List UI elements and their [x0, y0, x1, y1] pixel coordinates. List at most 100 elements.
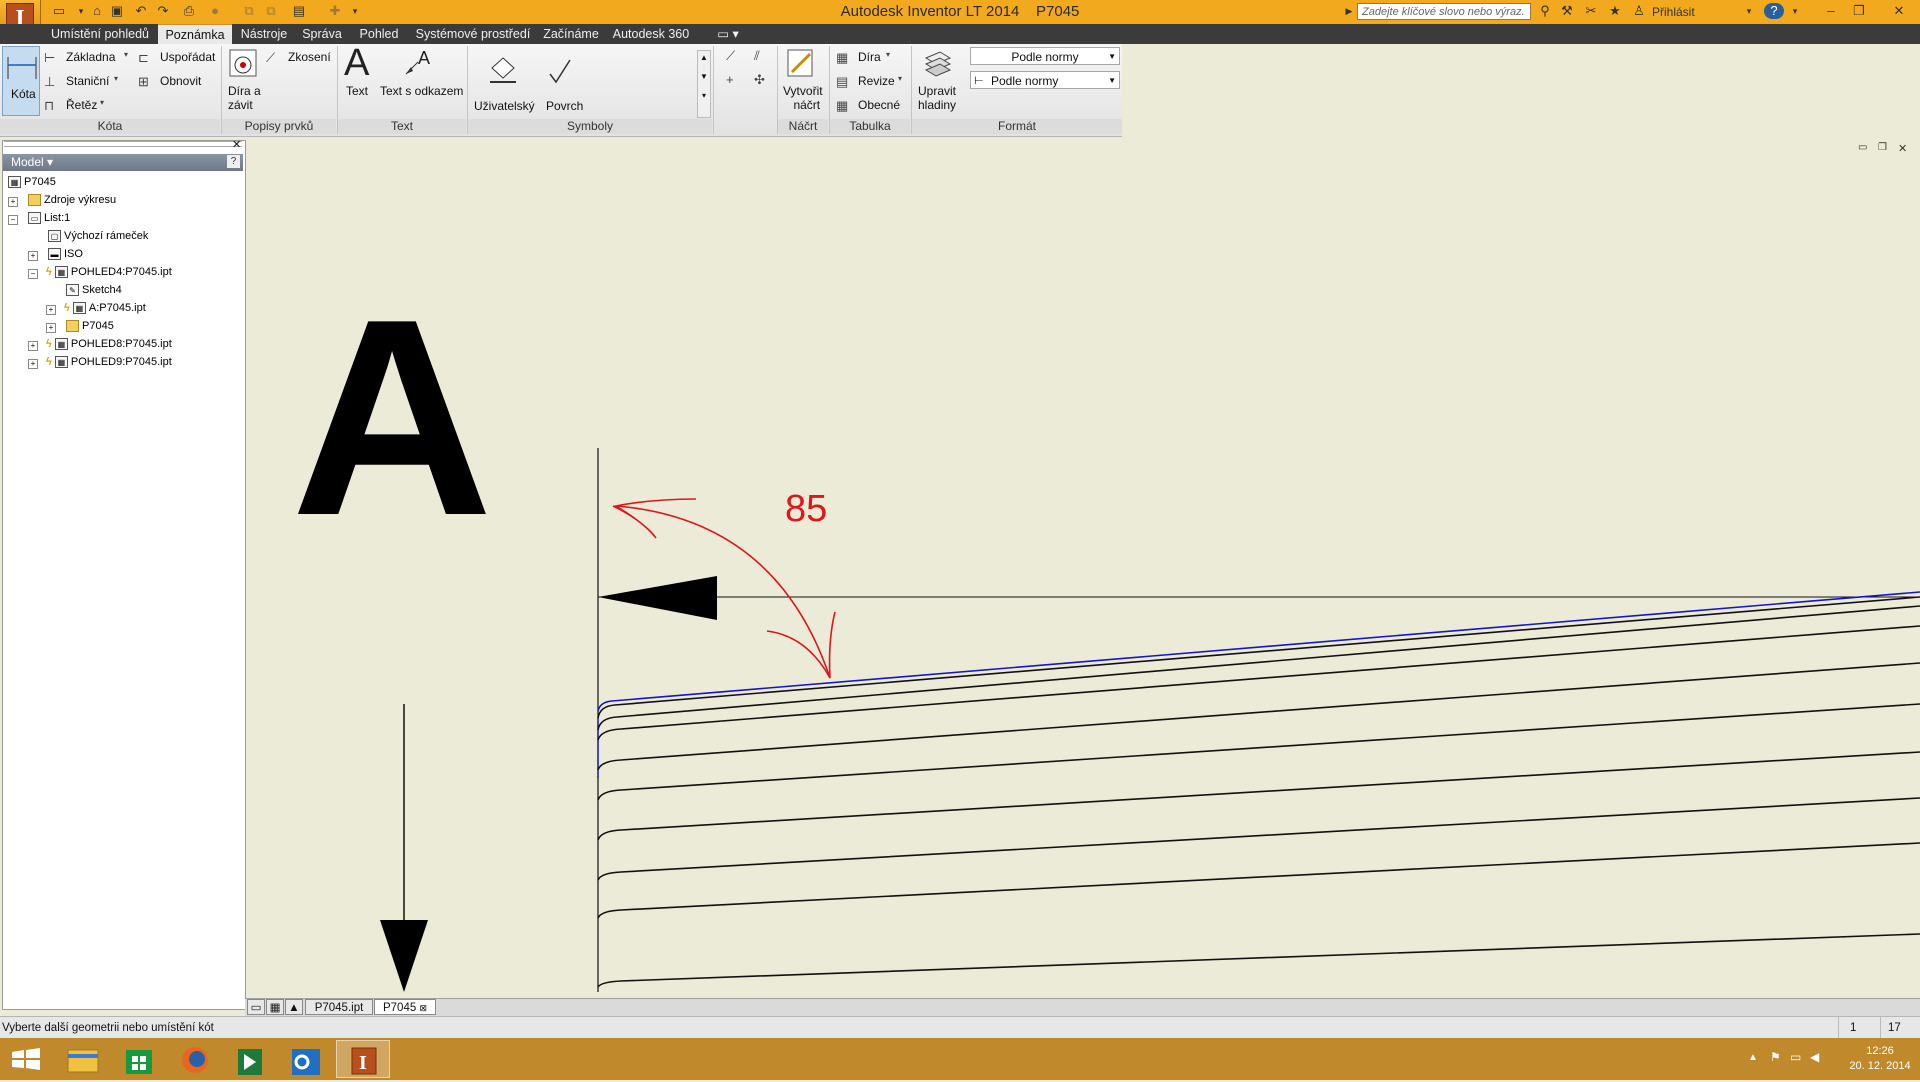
style-dropdown[interactable]: Podle normy ▼ — [970, 47, 1120, 65]
network-icon[interactable]: ▭ — [1790, 1050, 1801, 1064]
tile-icon[interactable]: ▭ — [247, 999, 265, 1015]
ribbon-display-toggle-icon[interactable]: ▭ ▾ — [710, 24, 746, 44]
restore-icon[interactable]: ❐ — [1850, 3, 1868, 19]
centered-pattern-icon[interactable]: ✣ — [754, 72, 765, 88]
file-explorer-icon[interactable] — [56, 1040, 110, 1078]
print-icon[interactable]: ⎙ — [180, 3, 198, 19]
tab-poznamka[interactable]: Poznámka — [158, 24, 232, 45]
doc-tab-drawing[interactable]: P7045 ⊠ — [374, 999, 436, 1015]
povrch-button[interactable]: Povrch — [546, 99, 583, 113]
close-icon[interactable]: ✕ — [1890, 3, 1908, 19]
subscription-icon[interactable]: ⚒ — [1558, 3, 1576, 19]
dira-dropdown-icon[interactable]: ▾ — [886, 50, 890, 59]
zakladna-dropdown-icon[interactable]: ▾ — [124, 50, 128, 59]
document-close-icon[interactable]: ✕ — [1898, 142, 1907, 155]
help-dropdown-icon[interactable]: ▾ — [1786, 3, 1804, 19]
tree-item[interactable]: ϟ ▦ POHLED4:P7045.ipt — [46, 264, 172, 280]
tree-item[interactable]: Zdroje výkresu — [28, 192, 116, 208]
revize-dropdown-icon[interactable]: ▾ — [898, 74, 902, 83]
centerline-bisector-icon[interactable]: ⫽ — [754, 48, 760, 64]
volume-icon[interactable]: ◀ — [1810, 1050, 1819, 1064]
expand-icon[interactable]: + — [28, 359, 38, 369]
firefox-icon[interactable] — [168, 1040, 222, 1078]
expand-icon[interactable]: + — [28, 251, 38, 261]
doc-tab-close-icon[interactable]: ⊠ — [419, 1003, 427, 1013]
search-input[interactable]: Zadejte klíčové slovo nebo výraz. — [1357, 3, 1531, 20]
collapse-icon[interactable]: − — [28, 269, 38, 279]
centerline-icon[interactable]: ⟋ — [726, 48, 735, 64]
expand-icon[interactable]: + — [46, 323, 56, 333]
tree-item[interactable]: ▬ ISO — [48, 246, 83, 262]
project-icon[interactable]: ▤ — [290, 3, 308, 19]
tab-zaciname[interactable]: Začínáme — [538, 24, 604, 44]
stanicni-dropdown-icon[interactable]: ▾ — [114, 74, 118, 83]
tab-umisteni-pohledu[interactable]: Umístění pohledů — [44, 24, 156, 44]
clock[interactable]: 12:26 20. 12. 2014 — [1848, 1044, 1912, 1074]
new-file-icon[interactable]: ▭ — [50, 3, 68, 19]
tab-pohled[interactable]: Pohled — [350, 24, 408, 44]
stanicni-button[interactable]: Staniční — [66, 74, 109, 88]
obecne-button[interactable]: Obecné — [858, 98, 900, 112]
expand-icon[interactable]: + — [46, 305, 56, 315]
collapse-icon[interactable]: − — [8, 215, 18, 225]
flag-icon[interactable]: ⚑ — [1770, 1050, 1781, 1064]
outlook-icon[interactable] — [280, 1040, 334, 1078]
communication-icon[interactable]: ✂ — [1582, 3, 1600, 19]
show-hidden-icons[interactable]: ▲ — [1748, 1052, 1758, 1063]
tree-item[interactable]: ✎ Sketch4 — [66, 282, 122, 298]
open-icon[interactable]: ⌂ — [88, 3, 106, 19]
dira-table-button[interactable]: Díra — [858, 50, 881, 64]
upravit-hladiny-button[interactable]: Upravit hladiny — [918, 84, 956, 112]
retez-dropdown-icon[interactable]: ▾ — [100, 98, 104, 107]
tree-item[interactable]: P7045 — [66, 318, 114, 334]
tab-autodesk-360[interactable]: Autodesk 360 — [606, 24, 696, 44]
text-s-odkazem-button[interactable]: Text s odkazem — [380, 84, 463, 98]
tree-item[interactable]: ϟ ▦ POHLED9:P7045.ipt — [46, 354, 172, 370]
tab-systemove-prostredi[interactable]: Systémové prostředí — [410, 24, 536, 44]
browser-close-icon[interactable]: ✕ — [232, 138, 241, 151]
binoculars-icon[interactable]: ⚲ — [1536, 3, 1554, 19]
kota-button[interactable]: Kóta — [2, 46, 40, 116]
zakladna-button[interactable]: Základna — [66, 50, 115, 64]
user-icon[interactable]: ♙ — [1630, 3, 1648, 19]
retez-button[interactable]: Řetěz — [66, 98, 97, 112]
vytvorit-nacrt-button[interactable]: Vytvořit náčrt — [783, 84, 823, 112]
tab-sprava[interactable]: Správa — [296, 24, 348, 44]
tree-item[interactable]: ▭ List:1 — [28, 210, 70, 226]
start-button[interactable] — [0, 1040, 54, 1078]
search-expand-icon[interactable]: ▶ — [1340, 3, 1358, 19]
text-button[interactable]: Text — [346, 84, 368, 98]
revize-button[interactable]: Revize — [858, 74, 895, 88]
project-app-icon[interactable] — [224, 1040, 278, 1078]
tree-item[interactable]: ϟ ▦ POHLED8:P7045.ipt — [46, 336, 172, 352]
redo-icon[interactable]: ↷ — [154, 3, 172, 19]
undo-icon[interactable]: ↶ — [132, 3, 150, 19]
tab-menu-icon[interactable]: ▲ — [285, 999, 303, 1015]
center-mark-icon[interactable]: + — [726, 72, 734, 87]
inventor-taskbar-icon[interactable]: I — [336, 1040, 390, 1078]
minimize-icon[interactable]: – — [1822, 3, 1840, 19]
signin-link[interactable]: Přihlásit — [1652, 5, 1695, 19]
favorites-icon[interactable]: ★ — [1606, 3, 1624, 19]
usporadat-button[interactable]: Uspořádat — [160, 50, 215, 64]
signin-dropdown-icon[interactable]: ▾ — [1740, 3, 1758, 19]
save-icon[interactable]: ▣ — [108, 3, 126, 19]
store-icon[interactable] — [112, 1040, 166, 1078]
tree-item[interactable]: ▢ Výchozí rámeček — [48, 228, 148, 244]
cascade-icon[interactable]: ▦ — [266, 999, 284, 1015]
tree-item[interactable]: ϟ ▦ A:P7045.ipt — [64, 300, 146, 316]
uzivatelsky-button[interactable]: Uživatelský — [474, 99, 535, 113]
browser-grip[interactable] — [4, 141, 242, 147]
symbols-gallery-scroll[interactable]: ▲ ▼ ▾ — [697, 50, 711, 118]
help-icon[interactable]: ? — [1764, 3, 1784, 19]
browser-help-icon[interactable]: ? — [227, 155, 240, 168]
browser-header[interactable]: Model ▾ ? — [3, 154, 243, 171]
document-minimize-icon[interactable]: ▭ — [1858, 142, 1867, 153]
doc-tab-part[interactable]: P7045.ipt — [305, 999, 373, 1015]
expand-icon[interactable]: + — [28, 341, 38, 351]
drawing-canvas[interactable]: A 85 — [247, 140, 1920, 998]
document-restore-icon[interactable]: ❐ — [1878, 142, 1887, 153]
expand-icon[interactable]: + — [8, 197, 18, 207]
tree-item[interactable]: ▦ P7045 — [8, 174, 56, 190]
obnovit-button[interactable]: Obnovit — [160, 74, 201, 88]
